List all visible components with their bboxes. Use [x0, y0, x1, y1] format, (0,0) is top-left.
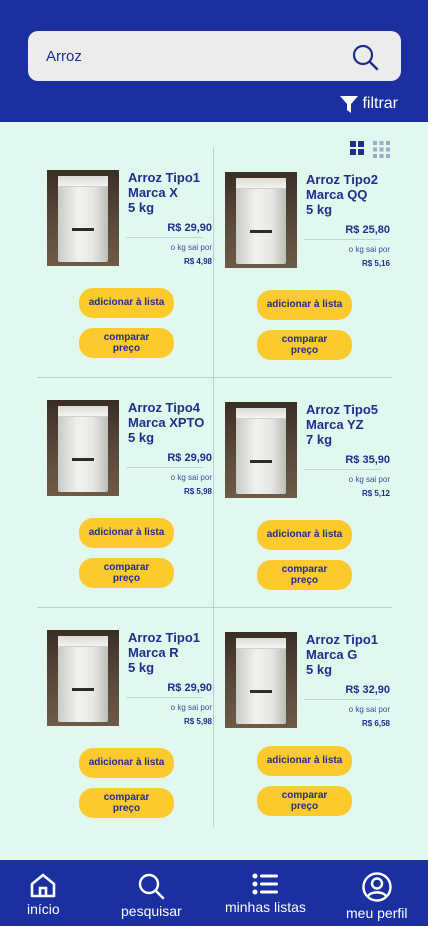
product-name: Arroz Tipo1 Marca R 5 kg	[128, 630, 200, 675]
add-to-list-button[interactable]: adicionar à lista	[257, 290, 352, 320]
product-price: R$ 29,90	[167, 452, 212, 464]
price-per-kg-label: o kg sai por	[348, 245, 390, 254]
price-per-kg: R$ 5,98	[183, 487, 212, 496]
filter-label: filtrar	[362, 95, 398, 112]
nav-my-profile[interactable]: meu perfil	[346, 872, 407, 921]
product-image	[225, 172, 297, 268]
price-per-kg-label: o kg sai por	[170, 243, 212, 252]
top-header: Arroz filtrar	[0, 0, 428, 122]
product-price: R$ 29,90	[167, 682, 212, 694]
nav-my-lists-label: minhas listas	[225, 899, 306, 915]
compare-price-button[interactable]: comparar preço	[79, 328, 174, 358]
price-per-kg-label: o kg sai por	[170, 703, 212, 712]
profile-icon	[362, 872, 392, 902]
product-price: R$ 32,90	[345, 684, 390, 696]
large-grid-view-icon[interactable]	[350, 141, 364, 155]
product-image	[47, 400, 119, 496]
price-per-kg-label: o kg sai por	[348, 475, 390, 484]
divider	[304, 699, 381, 700]
product-card[interactable]: Arroz Tipo5 Marca YZ 7 kg R$ 35,90 o kg …	[225, 402, 390, 632]
price-per-kg-label: o kg sai por	[348, 705, 390, 714]
add-to-list-button[interactable]: adicionar à lista	[79, 288, 174, 318]
product-image	[47, 170, 119, 266]
compare-price-button[interactable]: comparar preço	[79, 788, 174, 818]
product-name: Arroz Tipo4 Marca XPTO 5 kg	[128, 400, 205, 445]
price-per-kg: R$ 5,12	[361, 489, 390, 498]
funnel-icon	[340, 95, 359, 113]
nav-home[interactable]: início	[27, 872, 60, 917]
nav-search[interactable]: pesquisar	[121, 872, 182, 919]
bottom-navigation: início pesquisar minhas listas meu perfi…	[0, 860, 428, 926]
product-card[interactable]: Arroz Tipo4 Marca XPTO 5 kg R$ 29,90 o k…	[47, 400, 212, 630]
nav-my-lists[interactable]: minhas listas	[225, 872, 306, 915]
product-name: Arroz Tipo1 Marca X 5 kg	[128, 170, 200, 215]
add-to-list-button[interactable]: adicionar à lista	[257, 520, 352, 550]
view-toggle	[350, 141, 390, 158]
filter-button[interactable]: filtrar	[340, 94, 398, 114]
small-grid-view-icon[interactable]	[373, 141, 390, 158]
product-name: Arroz Tipo2 Marca QQ 5 kg	[306, 172, 378, 217]
nav-my-profile-label: meu perfil	[346, 905, 408, 921]
product-name: Arroz Tipo1 Marca G 5 kg	[306, 632, 378, 677]
price-per-kg: R$ 5,98	[183, 717, 212, 726]
product-price: R$ 35,90	[345, 454, 390, 466]
price-per-kg-label: o kg sai por	[170, 473, 212, 482]
add-to-list-button[interactable]: adicionar à lista	[79, 518, 174, 548]
product-card[interactable]: Arroz Tipo1 Marca X 5 kg R$ 29,90 o kg s…	[47, 170, 212, 400]
list-icon	[252, 873, 279, 895]
price-per-kg: R$ 4,98	[183, 257, 212, 266]
search-icon	[139, 873, 165, 900]
search-input[interactable]: Arroz	[46, 48, 82, 65]
divider	[126, 467, 203, 468]
product-card[interactable]: Arroz Tipo1 Marca G 5 kg R$ 32,90 o kg s…	[225, 632, 390, 862]
price-per-kg: R$ 5,16	[361, 259, 390, 268]
nav-home-label: início	[27, 901, 60, 917]
product-card[interactable]: Arroz Tipo2 Marca QQ 5 kg R$ 25,80 o kg …	[225, 172, 390, 402]
add-to-list-button[interactable]: adicionar à lista	[79, 748, 174, 778]
compare-price-button[interactable]: comparar preço	[79, 558, 174, 588]
compare-price-button[interactable]: comparar preço	[257, 560, 352, 590]
search-bar[interactable]: Arroz	[28, 31, 401, 81]
product-card[interactable]: Arroz Tipo1 Marca R 5 kg R$ 29,90 o kg s…	[47, 630, 212, 860]
product-image	[47, 630, 119, 726]
search-icon[interactable]	[351, 43, 379, 71]
compare-price-button[interactable]: comparar preço	[257, 330, 352, 360]
home-icon	[31, 873, 56, 898]
price-per-kg: R$ 6,58	[361, 719, 390, 728]
compare-price-button[interactable]: comparar preço	[257, 786, 352, 816]
nav-search-label: pesquisar	[121, 903, 182, 919]
product-image	[225, 402, 297, 498]
divider	[126, 697, 203, 698]
product-image	[225, 632, 297, 728]
divider	[126, 237, 203, 238]
divider	[304, 239, 381, 240]
product-price: R$ 25,80	[345, 224, 390, 236]
product-name: Arroz Tipo5 Marca YZ 7 kg	[306, 402, 378, 447]
add-to-list-button[interactable]: adicionar à lista	[257, 746, 352, 776]
product-price: R$ 29,90	[167, 222, 212, 234]
grid-divider-vertical	[213, 147, 214, 827]
divider	[304, 469, 381, 470]
